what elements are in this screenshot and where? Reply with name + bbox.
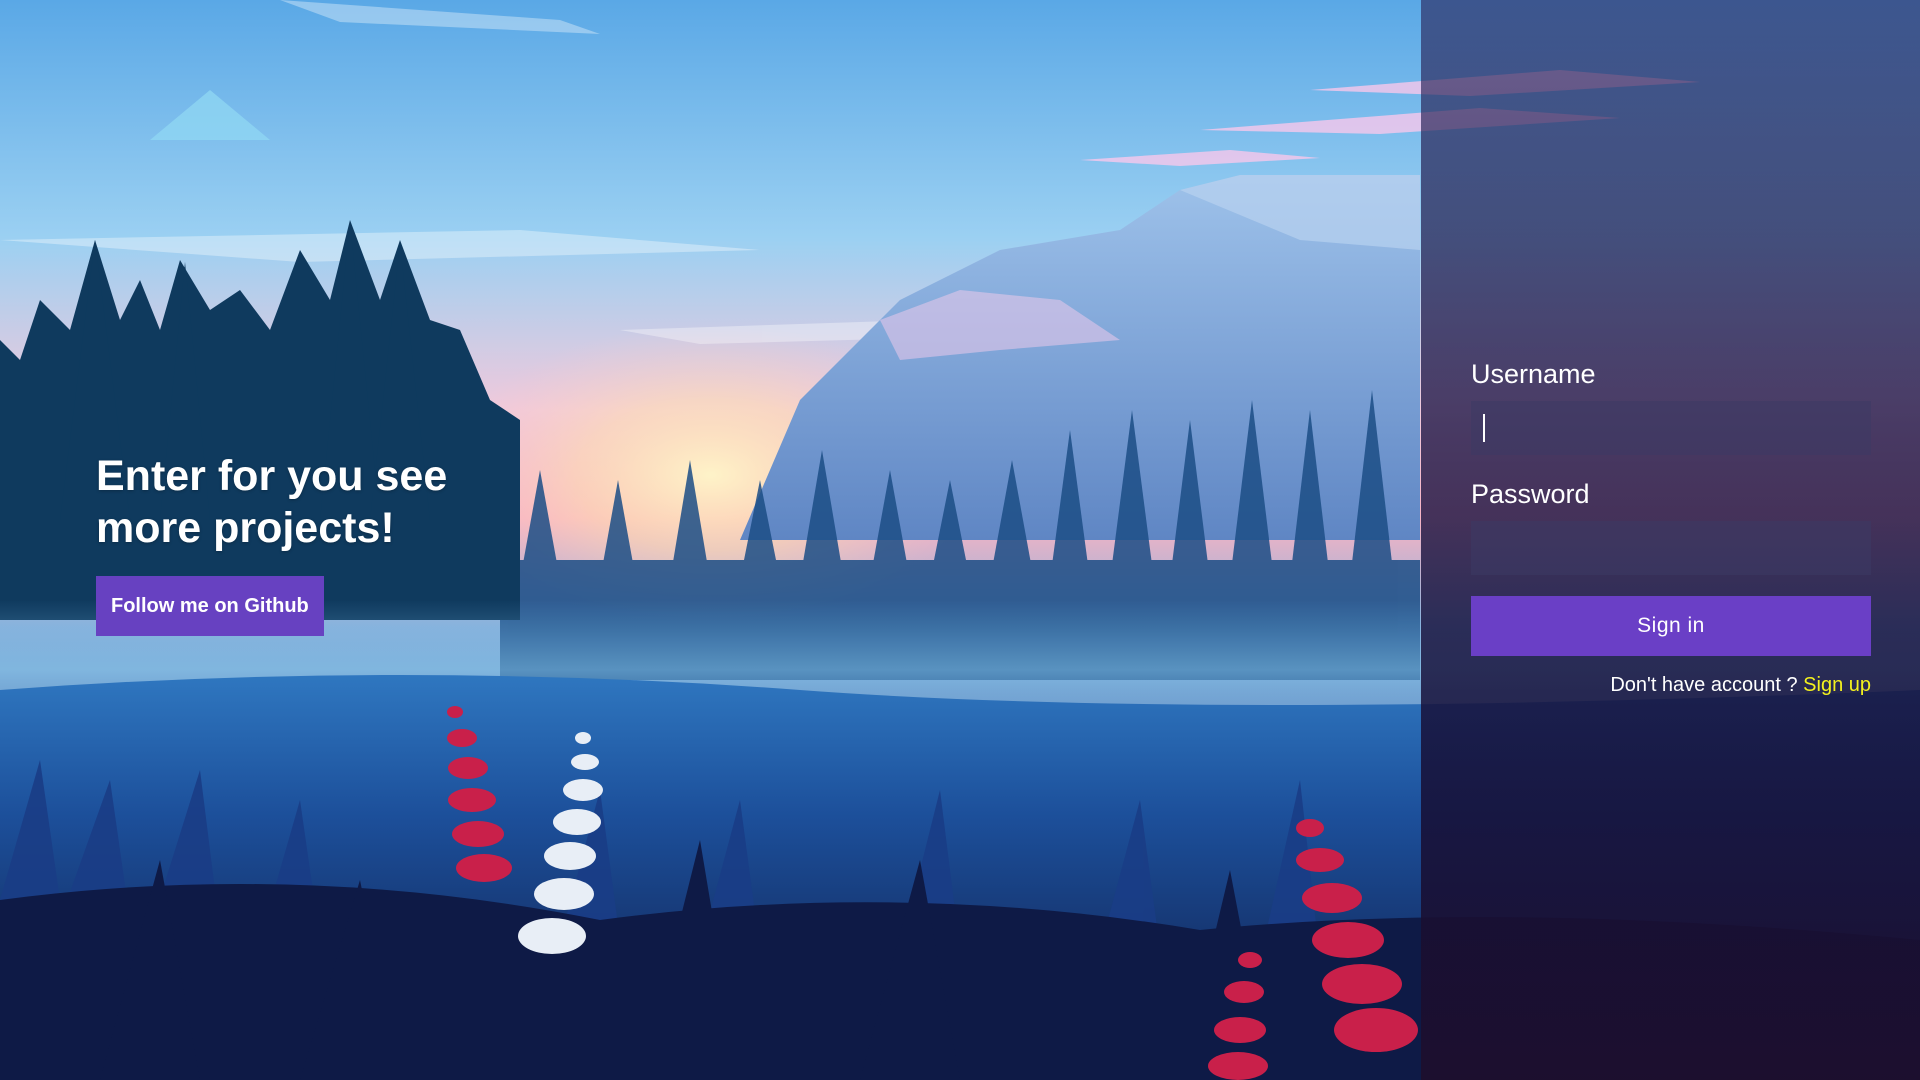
text-cursor	[1483, 414, 1485, 442]
username-input[interactable]	[1471, 401, 1871, 455]
signup-prompt: Don't have account ?	[1610, 674, 1804, 696]
username-label: Username	[1471, 359, 1596, 389]
password-input[interactable]	[1471, 521, 1871, 575]
hero-section: Enter for you see more projects! Follow …	[96, 450, 536, 636]
sign-up-link[interactable]: Sign up	[1803, 674, 1871, 696]
login-form: Username Password Sign in Don't have acc…	[1471, 356, 1871, 697]
github-follow-button[interactable]: Follow me on Github	[96, 576, 324, 636]
sign-in-button[interactable]: Sign in	[1471, 596, 1871, 656]
login-page: Enter for you see more projects! Follow …	[0, 0, 1920, 1080]
password-label: Password	[1471, 479, 1590, 509]
username-field-wrapper	[1471, 401, 1871, 455]
hero-title: Enter for you see more projects!	[96, 452, 448, 552]
login-panel: Username Password Sign in Don't have acc…	[1421, 0, 1920, 1080]
signup-row: Don't have account ? Sign up	[1471, 674, 1871, 697]
